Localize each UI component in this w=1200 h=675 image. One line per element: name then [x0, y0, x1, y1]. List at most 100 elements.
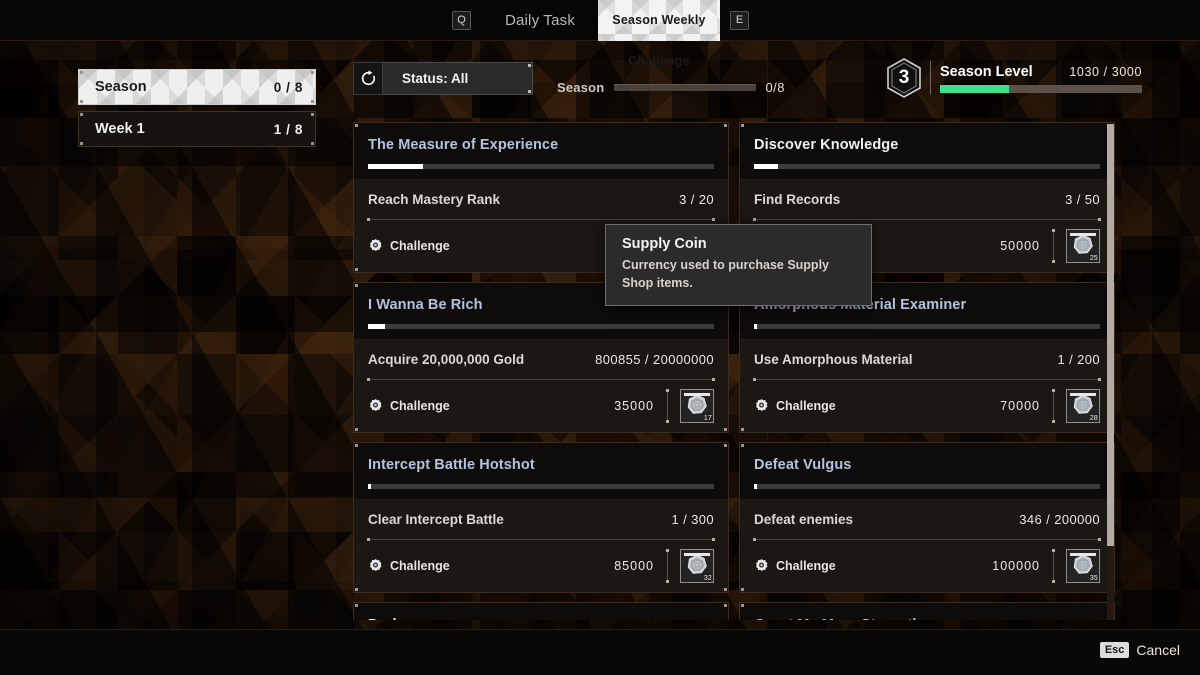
corner-marker — [724, 604, 727, 607]
divider — [367, 378, 715, 381]
reward-item-quantity: 17 — [703, 414, 712, 422]
season-progress-label: Season — [557, 80, 605, 95]
quest-progress-fill — [754, 164, 779, 169]
season-level-value: 1030 / 3000 — [1069, 64, 1142, 79]
corner-marker — [724, 588, 727, 591]
item-tooltip: Supply Coin Currency used to purchase Su… — [605, 224, 872, 307]
reward-item-supply-coin[interactable]: 25 — [1066, 228, 1100, 263]
tooltip-description: Currency used to purchase Supply Shop it… — [622, 258, 829, 291]
quest-objective-value: 1 / 200 — [1057, 352, 1100, 367]
top-tab-bar: Q Daily Task Season Weekly Challenge E — [0, 0, 1200, 68]
quest-progress-bar — [368, 324, 714, 329]
key-hint-q[interactable]: Q — [452, 11, 471, 30]
corner-marker — [741, 604, 744, 607]
sidebar-item-season[interactable]: Season 0 / 8 — [78, 69, 316, 105]
quest-title: Prologue — [368, 617, 714, 620]
tooltip-title: Supply Coin — [622, 236, 707, 252]
divider — [753, 218, 1101, 221]
corner-marker — [355, 604, 358, 607]
challenge-label: Challenge — [776, 398, 836, 413]
esc-key-badge: Esc — [1099, 642, 1130, 658]
quest-list-scrollbar[interactable] — [1107, 124, 1114, 620]
corner-marker — [724, 444, 727, 447]
reward-item-supply-coin[interactable]: 35 — [1066, 548, 1100, 583]
quest-progress-fill — [754, 324, 758, 329]
refresh-icon[interactable] — [353, 62, 383, 95]
quest-objective-value: 346 / 200000 — [1019, 512, 1100, 527]
corner-marker — [311, 113, 314, 116]
challenge-reward: Challenge — [754, 558, 992, 573]
divider — [367, 538, 715, 541]
challenge-reward: Challenge — [368, 238, 612, 253]
quest-objective-row: Defeat enemies 346 / 200000 — [740, 499, 1114, 539]
sidebar-item-label: Season — [95, 79, 147, 95]
reward-item-supply-coin[interactable]: 17 — [680, 388, 714, 423]
quest-card-header: Prologue — [354, 603, 728, 620]
sidebar-item-label: Week 1 — [95, 121, 145, 137]
quest-reward-row: Challenge 70000 28 — [740, 380, 1114, 432]
quest-objective-row: Clear Intercept Battle 1 / 300 — [354, 499, 728, 539]
quest-card-header: The Measure of Experience — [354, 123, 728, 179]
challenge-amount: 35000 — [614, 398, 654, 413]
key-hint-e[interactable]: E — [730, 11, 749, 30]
season-level-title: Season Level — [940, 63, 1033, 80]
corner-marker — [311, 100, 314, 103]
reward-item-supply-coin[interactable]: 28 — [1066, 388, 1100, 423]
quest-progress-fill — [368, 164, 424, 169]
tab-season-weekly-challenge[interactable]: Season Weekly Challenge — [598, 0, 720, 68]
quest-title: Defeat Vulgus — [754, 457, 852, 473]
quest-title: Grant Me More Strength — [754, 617, 1100, 620]
quest-objective-name: Use Amorphous Material — [754, 352, 913, 367]
divider — [1052, 548, 1055, 583]
cancel-button[interactable]: Esc Cancel — [1099, 642, 1180, 658]
cancel-label: Cancel — [1136, 642, 1180, 658]
season-progress-track — [614, 84, 757, 91]
corner-marker — [80, 71, 83, 74]
gear-icon — [368, 398, 383, 413]
divider — [666, 388, 669, 423]
quest-objective-row: Acquire 20,000,000 Gold 800855 / 20000000 — [354, 339, 728, 379]
quest-progress-bar — [368, 164, 714, 169]
sidebar-item-count: 1 / 8 — [273, 121, 303, 137]
challenge-amount: 100000 — [992, 558, 1040, 573]
quest-card[interactable]: Defeat Vulgus Defeat enemies 346 / 200000 C… — [739, 442, 1115, 593]
quest-card[interactable]: Grant Me More Strength — [739, 602, 1115, 620]
challenge-label: Challenge — [390, 398, 450, 413]
sidebar-item-week-1[interactable]: Week 1 1 / 8 — [78, 111, 316, 147]
scrollbar-thumb[interactable] — [1107, 124, 1114, 546]
reward-item-supply-coin[interactable]: 32 — [680, 548, 714, 583]
quest-reward-row: Challenge 85000 32 — [354, 540, 728, 592]
corner-marker — [80, 142, 83, 145]
challenge-amount: 50000 — [1000, 238, 1040, 253]
season-weekly-challenge-screen: Q Daily Task Season Weekly Challenge E S… — [0, 0, 1200, 675]
tab-daily-task[interactable]: Daily Task — [490, 0, 590, 41]
challenge-reward: Challenge — [368, 558, 614, 573]
quest-objective-value: 1 / 300 — [671, 512, 714, 527]
reward-item-quantity: 25 — [1089, 254, 1098, 262]
divider — [753, 538, 1101, 541]
corner-marker — [355, 428, 358, 431]
challenge-reward: Challenge — [368, 398, 614, 413]
quest-title: Intercept Battle Hotshot — [368, 457, 535, 473]
quest-card[interactable]: Prologue — [353, 602, 729, 620]
quest-objective-row: Find Records 3 / 50 — [740, 179, 1114, 219]
quest-objective-row: Reach Mastery Rank 3 / 20 — [354, 179, 728, 219]
reward-item-quantity: 32 — [703, 574, 712, 582]
quest-progress-bar — [754, 164, 1100, 169]
sidebar-item-count: 0 / 8 — [273, 79, 303, 95]
divider — [753, 378, 1101, 381]
quest-card[interactable]: Intercept Battle Hotshot Clear Intercept … — [353, 442, 729, 593]
quest-list[interactable]: The Measure of Experience Reach Mastery R… — [353, 122, 1115, 620]
gear-icon — [368, 558, 383, 573]
corner-marker — [355, 284, 358, 287]
quest-objective-name: Defeat enemies — [754, 512, 854, 527]
quest-card-header: Intercept Battle Hotshot — [354, 443, 728, 499]
challenge-reward: Challenge — [754, 398, 1000, 413]
corner-marker — [741, 124, 744, 127]
challenge-amount: 85000 — [614, 558, 654, 573]
sidebar: Season 0 / 8 Week 1 1 / 8 — [78, 69, 316, 147]
corner-marker — [311, 71, 314, 74]
quest-objective-row: Use Amorphous Material 1 / 200 — [740, 339, 1114, 379]
corner-marker — [80, 113, 83, 116]
season-level-panel: 3 Season Level 1030 / 3000 — [886, 58, 1142, 98]
